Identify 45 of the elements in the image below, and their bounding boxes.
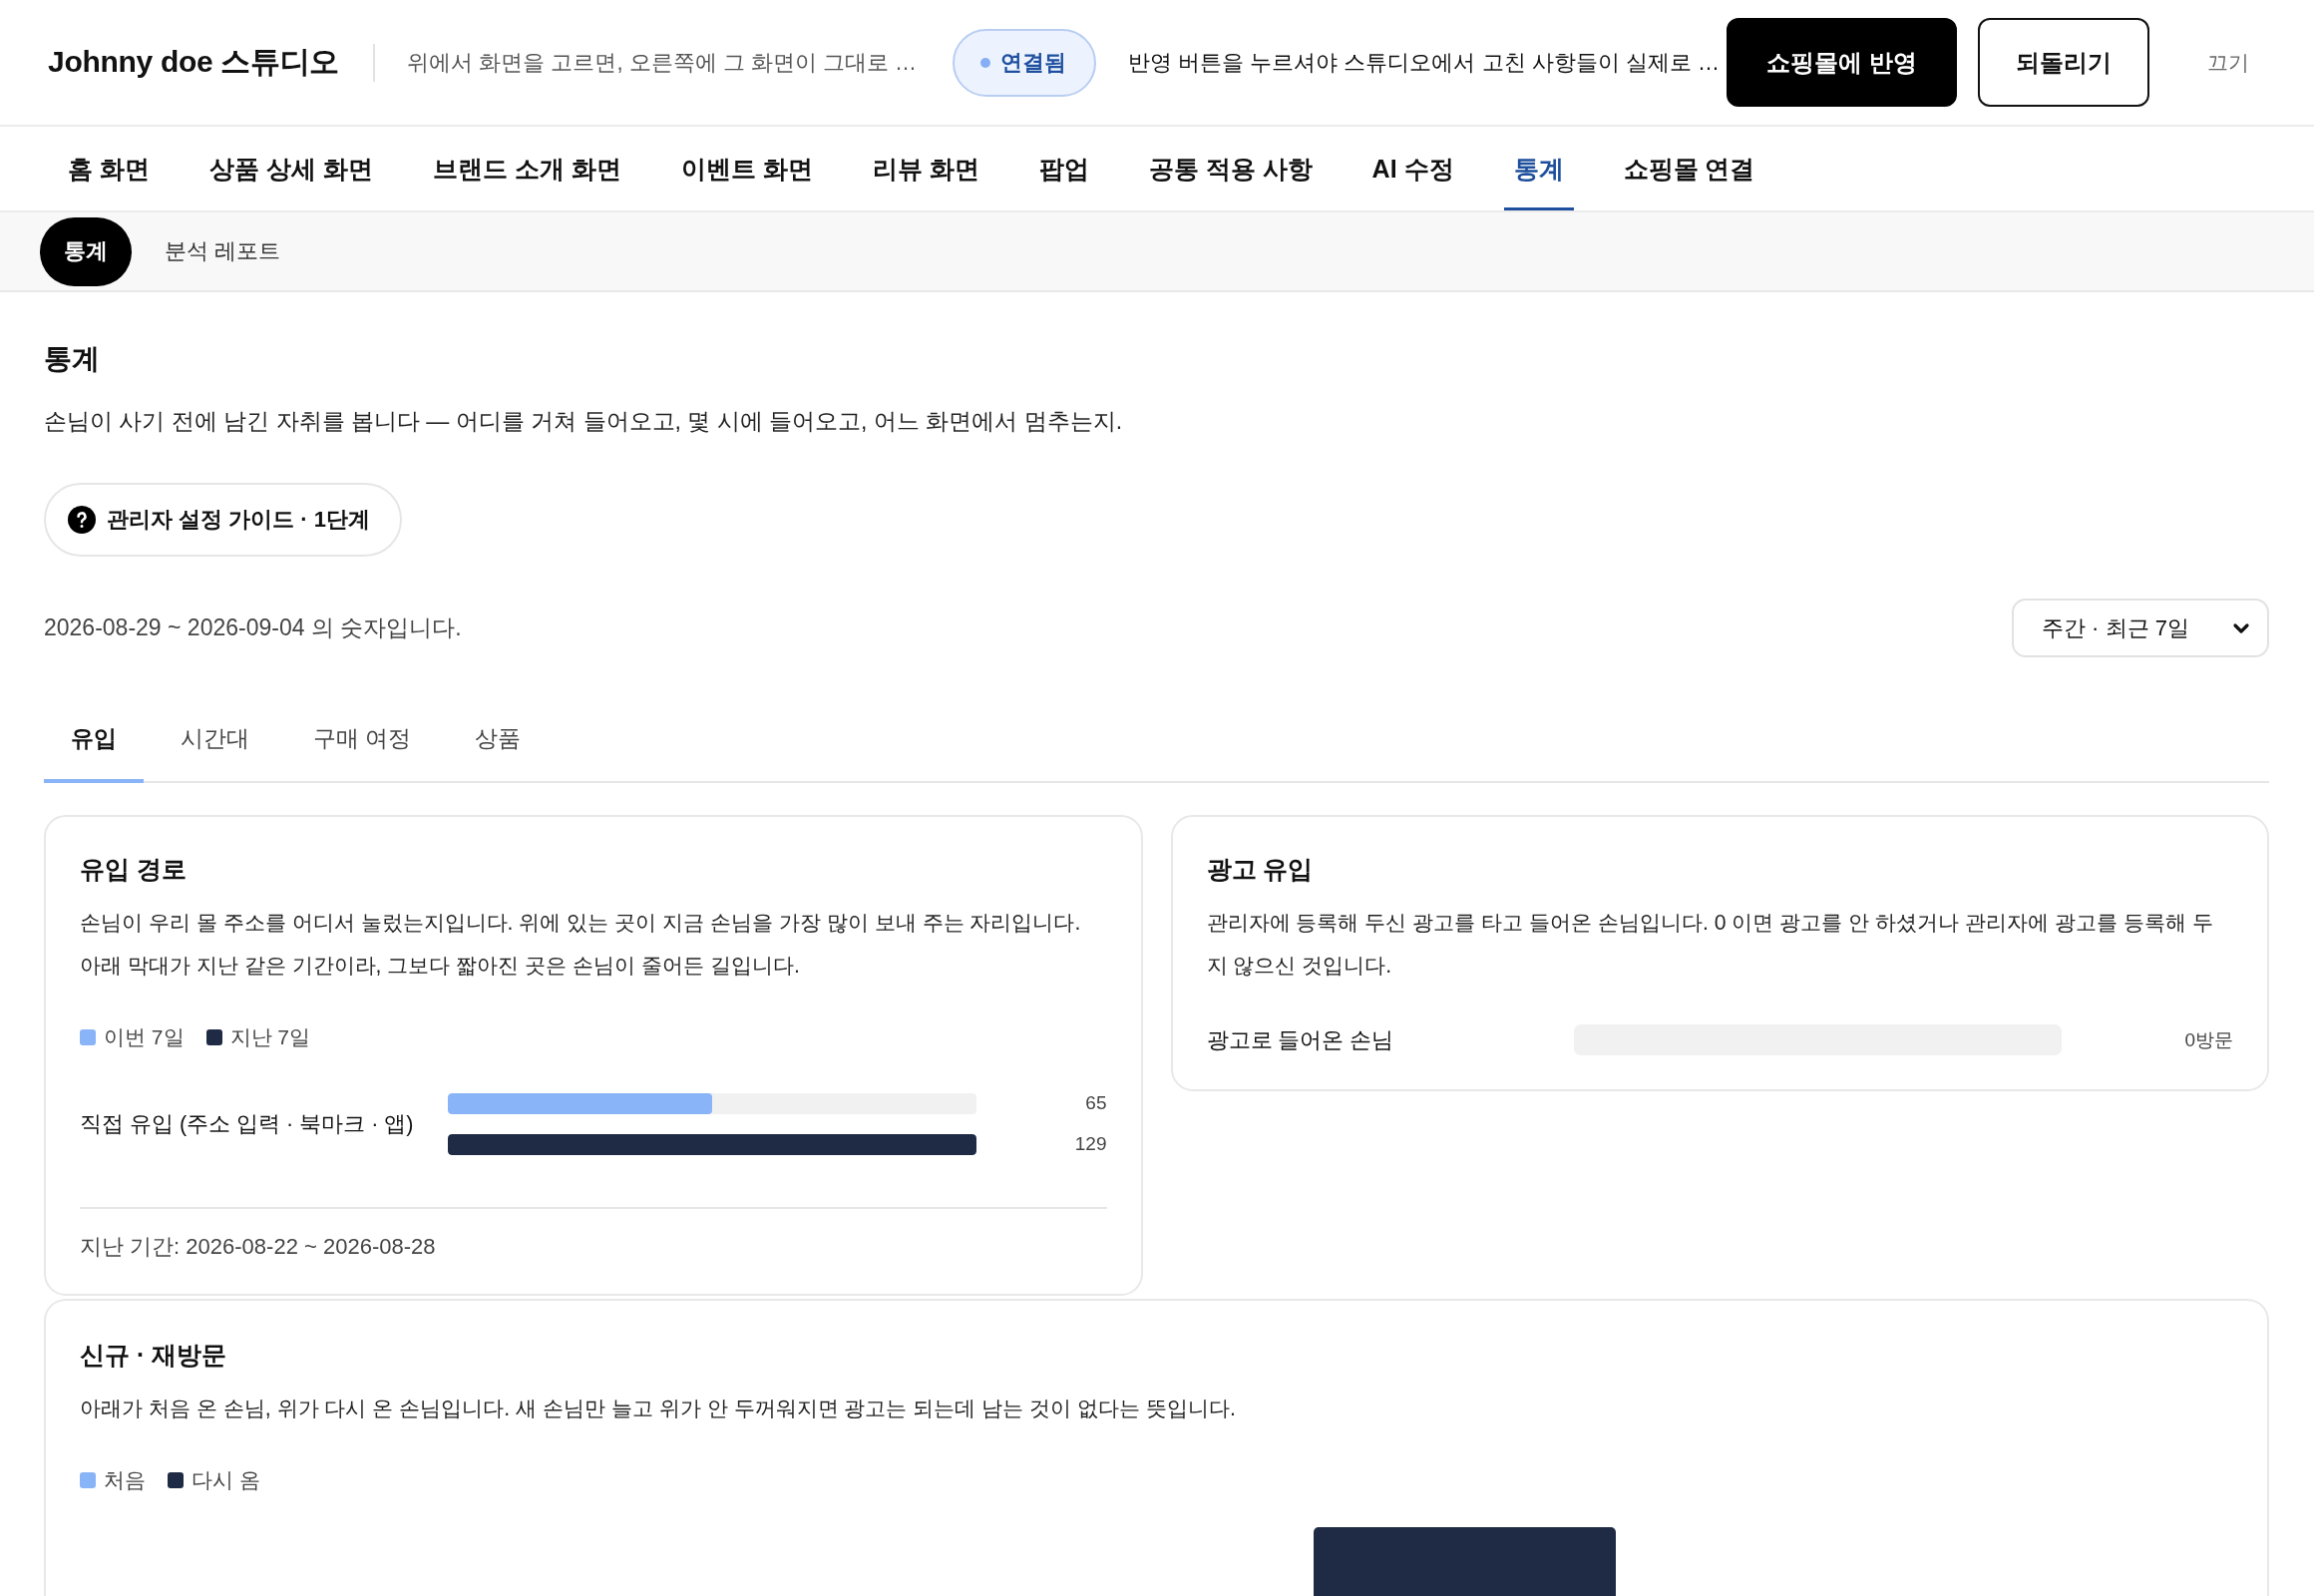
card-title: 광고 유입: [1206, 854, 1315, 885]
header-hint: 위에서 화면을 고르면, 오른쪽에 그 화면이 그대로 …: [407, 48, 918, 77]
date-range-text: 2026-08-29 ~ 2026-09-04 의 숫자입니다.: [44, 613, 462, 642]
sub-tab[interactable]: 분석 레포트: [141, 216, 305, 286]
nav-tab[interactable]: AI 수정: [1361, 127, 1464, 210]
sub-tab[interactable]: 통계: [40, 216, 132, 286]
meter-label: 광고로 들어온 손님: [1206, 1027, 1395, 1054]
help-icon: [68, 506, 96, 534]
bar-label: 직접 유입 (주소 입력 · 북마크 · 앱): [80, 1111, 415, 1138]
section-tab[interactable]: 시간대: [154, 697, 276, 783]
card-description: 아래가 처음 온 손님, 위가 다시 온 손님입니다. 새 손님만 늘고 위가 안 두꺼워지면 광고는 되는데 남는 것이 없다는 뜻입니다.: [80, 1396, 1237, 1422]
nav-tab[interactable]: 상품 상세 화면: [198, 127, 383, 210]
card-title: 신규 · 재방문: [80, 1340, 228, 1371]
legend-label: 지난 7일: [229, 1024, 311, 1050]
card-description: 손님이 우리 몰 주소를 어디서 눌렀는지입니다. 위에 있는 곳이 지금 손님을 가장 많이 보내 주는 자리입니다. 아래 막대가 지난 같은 기간이라, 그보다 짧아진 곳은 손님이 줄어든 길입니다.: [80, 910, 1082, 980]
legend-label: 이번 7일: [104, 1024, 185, 1050]
apply-button[interactable]: 쇼핑몰에 반영: [1727, 18, 1957, 107]
nav-tab[interactable]: 쇼핑몰 연결: [1613, 127, 1765, 210]
bar-value: 65: [1084, 1092, 1107, 1114]
bar-value: 129: [1073, 1133, 1107, 1155]
section-tab[interactable]: 구매 여정: [286, 697, 439, 783]
revert-button[interactable]: 되돌리기: [1978, 18, 2149, 107]
legend-label: 다시 옴: [192, 1467, 260, 1493]
brand-title: Johnny doe 스튜디오: [48, 44, 340, 80]
section-tab[interactable]: 상품: [448, 697, 549, 783]
card-description: 관리자에 등록해 두신 광고를 타고 들어온 손님입니다. 0 이면 광고를 안 하셨거나 관리자에 광고를 등록해 두지 않으신 것입니다.: [1206, 910, 2214, 980]
section-tab[interactable]: 유입: [44, 697, 144, 783]
guide-button[interactable]: 관리자 설정 가이드 · 1단계: [44, 483, 402, 557]
card-title: 유입 경로: [80, 854, 188, 885]
status-label: 연결됨: [1000, 48, 1067, 77]
publish-notice: 반영 버튼을 누르셔야 스튜디오에서 고친 사항들이 실제로 …: [1128, 48, 1720, 77]
nav-tab[interactable]: 공통 적용 사항: [1138, 127, 1323, 210]
turn-off-link[interactable]: 끄기: [2187, 32, 2269, 93]
nav-tab[interactable]: 팝업: [1028, 127, 1099, 210]
meter-value: 0방문: [2183, 1027, 2233, 1052]
page-title: 통계: [44, 342, 101, 376]
nav-tab[interactable]: 리뷰 화면: [862, 127, 989, 210]
card-footer: 지난 기간: 2026-08-22 ~ 2026-08-28: [80, 1232, 1107, 1262]
nav-tab[interactable]: 이벤트 화면: [670, 127, 823, 210]
status-dot-icon: [980, 57, 991, 68]
nav-tab[interactable]: 홈 화면: [58, 127, 160, 210]
legend-label: 처음: [104, 1467, 146, 1493]
nav-tab[interactable]: 브랜드 소개 화면: [422, 127, 631, 210]
period-select[interactable]: 주간 · 최근 7일: [2012, 598, 2269, 657]
page-description: 손님이 사기 전에 남긴 자취를 봅니다 — 어디를 거쳐 들어오고, 몇 시에 들어오고, 어느 화면에서 멈추는지.: [44, 407, 1124, 436]
